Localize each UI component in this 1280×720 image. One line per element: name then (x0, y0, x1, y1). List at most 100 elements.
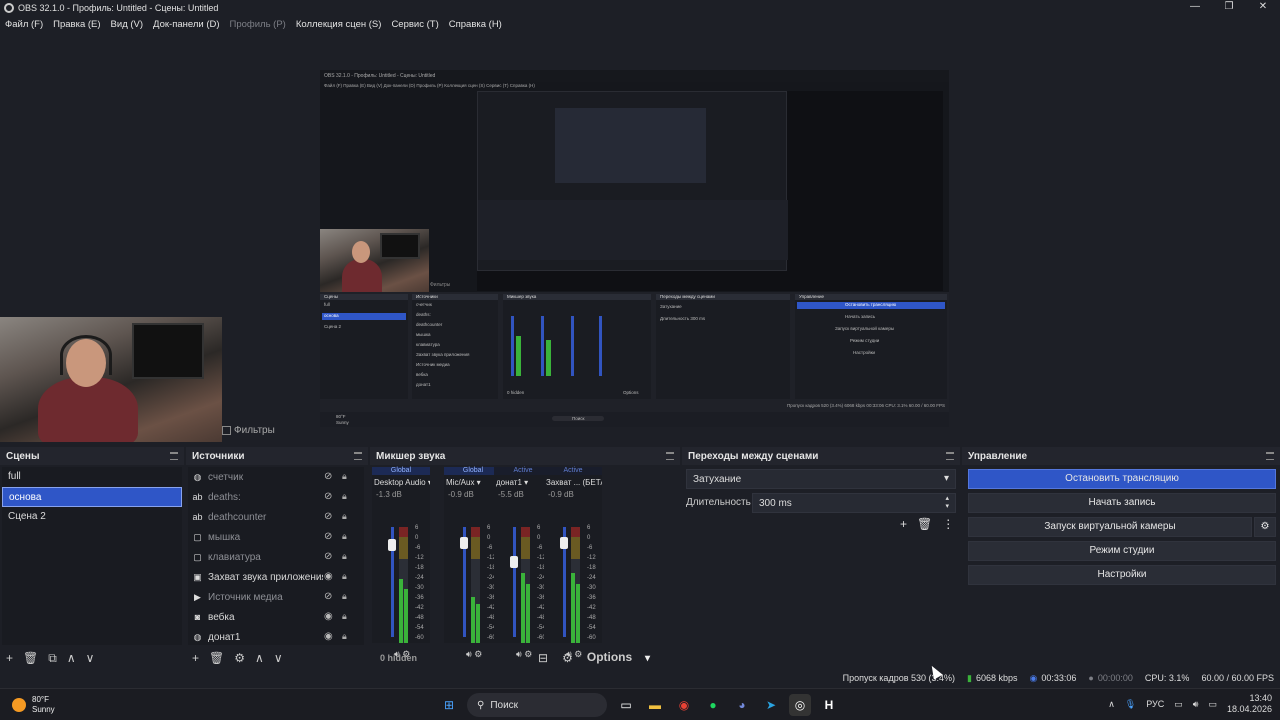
chevron-up-icon[interactable]: ∧ (1108, 699, 1115, 710)
lock-icon[interactable]: 🔒︎ (342, 511, 351, 522)
microphone-icon[interactable]: 🎙︎ (1125, 699, 1136, 710)
move-scene-down-button[interactable]: ∨ (86, 652, 95, 664)
source-item[interactable]: ▢ клавиатура ⊘ 🔒︎ (188, 547, 364, 567)
transition-menu-button[interactable]: ⋮ (942, 517, 954, 531)
add-transition-button[interactable]: + (900, 517, 907, 531)
language-indicator[interactable]: РУС (1146, 699, 1164, 709)
add-source-button[interactable]: + (192, 652, 199, 664)
eye-hidden-icon[interactable]: ⊘ (324, 551, 335, 562)
channel-name[interactable]: Desktop Audio ▾ (372, 475, 430, 490)
lock-icon[interactable]: 🔒︎ (342, 631, 351, 642)
windows-start-icon[interactable]: ⊞ (438, 694, 460, 716)
source-item[interactable]: ▣ Захват звука приложения (◉ 🔒︎ (188, 567, 364, 587)
scene-filters-button[interactable]: ⧉ (48, 652, 57, 664)
undock-icon[interactable] (946, 452, 954, 460)
eye-hidden-icon[interactable]: ⊘ (324, 471, 335, 482)
undock-icon[interactable] (354, 452, 362, 460)
add-scene-button[interactable]: + (6, 652, 13, 664)
settings-button[interactable]: Настройки (968, 565, 1276, 585)
move-scene-up-button[interactable]: ∧ (67, 652, 76, 664)
menu-docks[interactable]: Док-панели (D) (153, 19, 219, 30)
start-virtual-camera-button[interactable]: Запуск виртуальной камеры (968, 517, 1252, 537)
volume-slider[interactable] (460, 527, 468, 637)
clock[interactable]: 13:40 18.04.2026 (1227, 693, 1272, 715)
preview-canvas[interactable]: OBS 32.1.0 - Профиль: Untitled - Сцены: … (320, 70, 949, 427)
lock-icon[interactable]: 🔒︎ (342, 491, 351, 502)
lock-icon[interactable]: 🔒︎ (342, 611, 351, 622)
source-item[interactable]: ◍ донат1 ◉ 🔒︎ (188, 627, 364, 645)
preview-area[interactable]: OBS 32.1.0 - Профиль: Untitled - Сцены: … (0, 33, 1280, 442)
task-view-icon[interactable]: ▭ (615, 694, 637, 716)
volume-slider-handle[interactable] (460, 537, 468, 549)
source-item[interactable]: ▶ Источник медиа ⊘ 🔒︎ (188, 587, 364, 607)
menu-tools[interactable]: Сервис (T) (391, 19, 438, 30)
studio-mode-button[interactable]: Режим студии (968, 541, 1276, 561)
transition-select[interactable]: Затухание ▾ (686, 469, 956, 489)
maximize-button[interactable]: ❐ (1212, 0, 1246, 15)
scene-item-osnova[interactable]: основа (2, 487, 182, 507)
volume-slider[interactable] (510, 527, 518, 637)
menu-scene-collection[interactable]: Коллекция сцен (S) (296, 19, 382, 30)
layout-toggle-icon[interactable]: ⊟ (538, 652, 548, 664)
lock-icon[interactable]: 🔒︎ (342, 571, 351, 582)
minimize-button[interactable]: — (1178, 0, 1212, 15)
battery-icon[interactable]: ▭ (1208, 699, 1217, 710)
stepper-icon[interactable]: ▴ ▾ (945, 495, 949, 511)
source-item[interactable]: ◍ счетчик ⊘ 🔒︎ (188, 467, 364, 487)
source-properties-button[interactable]: ⚙ (234, 652, 245, 664)
channel-name[interactable]: Захват ... (БЕТА) ▾ (544, 475, 602, 490)
stop-streaming-button[interactable]: Остановить трансляцию (968, 469, 1276, 489)
start-recording-button[interactable]: Начать запись (968, 493, 1276, 513)
source-item[interactable]: ▢ мышка ⊘ 🔒︎ (188, 527, 364, 547)
volume-slider-handle[interactable] (510, 556, 518, 568)
menu-view[interactable]: Вид (V) (111, 19, 144, 30)
scene-item-scene-2[interactable]: Сцена 2 (2, 507, 182, 527)
mixer-settings-icon[interactable]: ⚙ (562, 652, 573, 664)
menu-help[interactable]: Справка (H) (449, 19, 502, 30)
move-source-up-button[interactable]: ∧ (255, 652, 264, 664)
lock-icon[interactable]: 🔒︎ (342, 471, 351, 482)
scene-item-full[interactable]: full (2, 467, 182, 487)
source-item[interactable]: ◙ вебка ◉ 🔒︎ (188, 607, 364, 627)
eye-hidden-icon[interactable]: ⊘ (324, 511, 335, 522)
volume-icon[interactable]: 🔊︎ (1193, 699, 1199, 710)
lock-icon[interactable]: 🔒︎ (342, 591, 351, 602)
eye-hidden-icon[interactable]: ⊘ (324, 491, 335, 502)
app-h-icon[interactable]: H (818, 694, 840, 716)
network-icon[interactable]: ▭ (1174, 699, 1183, 710)
remove-source-button[interactable]: 🗑 (209, 652, 224, 664)
duration-input[interactable]: 300 ms ▴ ▾ (752, 493, 956, 513)
close-button[interactable]: ✕ (1246, 0, 1280, 15)
eye-icon[interactable]: ◉ (324, 631, 335, 642)
source-item[interactable]: ab deathcounter ⊘ 🔒︎ (188, 507, 364, 527)
volume-slider-handle[interactable] (560, 537, 568, 549)
eye-hidden-icon[interactable]: ⊘ (324, 531, 335, 542)
source-item[interactable]: ab deaths: ⊘ 🔒︎ (188, 487, 364, 507)
filters-button[interactable]: Фильтры (222, 421, 275, 439)
weather-widget[interactable]: 80°F Sunny (12, 695, 55, 715)
menu-edit[interactable]: Правка (E) (53, 19, 100, 30)
telegram-icon[interactable]: ➤ (760, 694, 782, 716)
undock-icon[interactable] (170, 452, 178, 460)
file-explorer-icon[interactable]: ▬ (644, 694, 666, 716)
spotify-icon[interactable]: ● (702, 694, 724, 716)
volume-slider-handle[interactable] (388, 539, 396, 551)
discord-icon[interactable]: ◕ (731, 694, 753, 716)
eye-icon[interactable]: ◉ (324, 571, 335, 582)
volume-slider[interactable] (560, 527, 568, 637)
virtual-camera-settings-button[interactable]: ⚙ (1254, 517, 1276, 537)
lock-icon[interactable]: 🔒︎ (342, 551, 351, 562)
eye-hidden-icon[interactable]: ⊘ (324, 591, 335, 602)
mixer-options-button[interactable]: Options ▾ (587, 651, 650, 665)
move-source-down-button[interactable]: ∨ (274, 652, 283, 664)
remove-scene-button[interactable]: 🗑 (23, 652, 38, 664)
menu-file[interactable]: Файл (F) (5, 19, 43, 30)
remove-transition-button[interactable]: 🗑 (917, 517, 932, 531)
lock-icon[interactable]: 🔒︎ (342, 531, 351, 542)
undock-icon[interactable] (1266, 452, 1274, 460)
taskbar-search[interactable]: ⚲ Поиск (467, 693, 607, 717)
eye-icon[interactable]: ◉ (324, 611, 335, 622)
undock-icon[interactable] (666, 452, 674, 460)
chrome-icon[interactable]: ◉ (673, 694, 695, 716)
obs-taskbar-icon[interactable]: ◎ (789, 694, 811, 716)
